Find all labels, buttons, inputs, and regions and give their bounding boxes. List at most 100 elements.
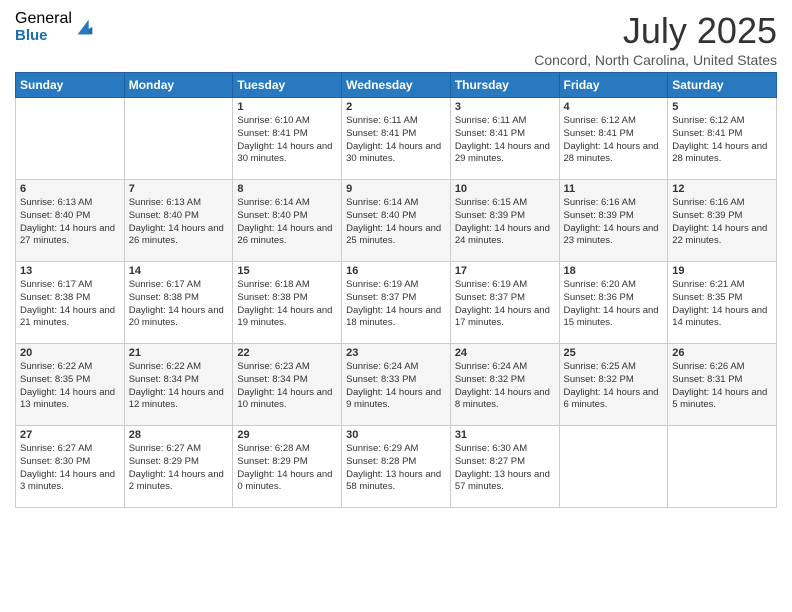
day-number: 28 xyxy=(129,429,229,441)
calendar-body: 1 Sunrise: 6:10 AMSunset: 8:41 PMDaylight… xyxy=(16,98,777,508)
header-monday: Monday xyxy=(124,73,233,98)
day-info: Sunrise: 6:19 AMSunset: 8:37 PMDaylight:… xyxy=(346,279,446,330)
day-info: Sunrise: 6:13 AMSunset: 8:40 PMDaylight:… xyxy=(20,197,120,248)
day-number: 30 xyxy=(346,429,446,441)
day-info: Sunrise: 6:30 AMSunset: 8:27 PMDaylight:… xyxy=(455,443,555,494)
calendar-cell-w5d2: 28 Sunrise: 6:27 AMSunset: 8:29 PMDayligh… xyxy=(124,426,233,508)
day-info: Sunrise: 6:10 AMSunset: 8:41 PMDaylight:… xyxy=(237,115,337,166)
calendar-cell-w2d5: 10 Sunrise: 6:15 AMSunset: 8:39 PMDayligh… xyxy=(450,180,559,262)
day-info: Sunrise: 6:23 AMSunset: 8:34 PMDaylight:… xyxy=(237,361,337,412)
calendar-cell-w5d5: 31 Sunrise: 6:30 AMSunset: 8:27 PMDayligh… xyxy=(450,426,559,508)
day-info: Sunrise: 6:27 AMSunset: 8:29 PMDaylight:… xyxy=(129,443,229,494)
calendar-cell-w4d6: 25 Sunrise: 6:25 AMSunset: 8:32 PMDayligh… xyxy=(559,344,668,426)
day-number: 8 xyxy=(237,183,337,195)
calendar-header: Sunday Monday Tuesday Wednesday Thursday… xyxy=(16,73,777,98)
header-saturday: Saturday xyxy=(668,73,777,98)
day-number: 2 xyxy=(346,101,446,113)
calendar-cell-w1d7: 5 Sunrise: 6:12 AMSunset: 8:41 PMDaylight… xyxy=(668,98,777,180)
day-info: Sunrise: 6:14 AMSunset: 8:40 PMDaylight:… xyxy=(237,197,337,248)
header-row: Sunday Monday Tuesday Wednesday Thursday… xyxy=(16,73,777,98)
day-info: Sunrise: 6:24 AMSunset: 8:33 PMDaylight:… xyxy=(346,361,446,412)
day-info: Sunrise: 6:11 AMSunset: 8:41 PMDaylight:… xyxy=(455,115,555,166)
day-info: Sunrise: 6:27 AMSunset: 8:30 PMDaylight:… xyxy=(20,443,120,494)
calendar-cell-w5d1: 27Sunrise: 6:27 AMSunset: 8:30 PMDayligh… xyxy=(16,426,125,508)
calendar-week-1: 1 Sunrise: 6:10 AMSunset: 8:41 PMDaylight… xyxy=(16,98,777,180)
calendar-cell-w2d1: 6 Sunrise: 6:13 AMSunset: 8:40 PMDaylight… xyxy=(16,180,125,262)
calendar-week-5: 27Sunrise: 6:27 AMSunset: 8:30 PMDayligh… xyxy=(16,426,777,508)
day-number: 12 xyxy=(672,183,772,195)
calendar-cell-w2d6: 11Sunrise: 6:16 AMSunset: 8:39 PMDayligh… xyxy=(559,180,668,262)
calendar-cell-w1d1 xyxy=(16,98,125,180)
calendar-cell-w2d4: 9 Sunrise: 6:14 AMSunset: 8:40 PMDaylight… xyxy=(342,180,451,262)
calendar-cell-w3d1: 13Sunrise: 6:17 AMSunset: 8:38 PMDayligh… xyxy=(16,262,125,344)
header-sunday: Sunday xyxy=(16,73,125,98)
day-number: 14 xyxy=(129,265,229,277)
logo-text: General Blue xyxy=(15,10,72,44)
calendar-cell-w1d3: 1 Sunrise: 6:10 AMSunset: 8:41 PMDaylight… xyxy=(233,98,342,180)
calendar-week-3: 13Sunrise: 6:17 AMSunset: 8:38 PMDayligh… xyxy=(16,262,777,344)
calendar-cell-w5d7 xyxy=(668,426,777,508)
day-info: Sunrise: 6:11 AMSunset: 8:41 PMDaylight:… xyxy=(346,115,446,166)
calendar-cell-w3d5: 17Sunrise: 6:19 AMSunset: 8:37 PMDayligh… xyxy=(450,262,559,344)
logo-icon xyxy=(74,16,96,38)
day-number: 3 xyxy=(455,101,555,113)
logo-blue: Blue xyxy=(15,28,72,45)
day-number: 26 xyxy=(672,347,772,359)
day-number: 9 xyxy=(346,183,446,195)
day-number: 15 xyxy=(237,265,337,277)
header-friday: Friday xyxy=(559,73,668,98)
day-number: 18 xyxy=(564,265,664,277)
day-info: Sunrise: 6:14 AMSunset: 8:40 PMDaylight:… xyxy=(346,197,446,248)
calendar-cell-w3d4: 16Sunrise: 6:19 AMSunset: 8:37 PMDayligh… xyxy=(342,262,451,344)
day-info: Sunrise: 6:16 AMSunset: 8:39 PMDaylight:… xyxy=(564,197,664,248)
day-number: 21 xyxy=(129,347,229,359)
day-number: 31 xyxy=(455,429,555,441)
calendar-cell-w3d2: 14 Sunrise: 6:17 AMSunset: 8:38 PMDayligh… xyxy=(124,262,233,344)
location-subtitle: Concord, North Carolina, United States xyxy=(534,52,777,68)
calendar-cell-w1d4: 2 Sunrise: 6:11 AMSunset: 8:41 PMDaylight… xyxy=(342,98,451,180)
calendar-cell-w1d5: 3 Sunrise: 6:11 AMSunset: 8:41 PMDaylight… xyxy=(450,98,559,180)
calendar-table: Sunday Monday Tuesday Wednesday Thursday… xyxy=(15,72,777,508)
day-number: 10 xyxy=(455,183,555,195)
calendar-cell-w2d7: 12 Sunrise: 6:16 AMSunset: 8:39 PMDayligh… xyxy=(668,180,777,262)
title-block: July 2025 Concord, North Carolina, Unite… xyxy=(534,10,777,68)
day-info: Sunrise: 6:13 AMSunset: 8:40 PMDaylight:… xyxy=(129,197,229,248)
day-number: 6 xyxy=(20,183,120,195)
day-info: Sunrise: 6:12 AMSunset: 8:41 PMDaylight:… xyxy=(672,115,772,166)
day-number: 25 xyxy=(564,347,664,359)
calendar-cell-w5d6 xyxy=(559,426,668,508)
day-number: 4 xyxy=(564,101,664,113)
day-info: Sunrise: 6:22 AMSunset: 8:34 PMDaylight:… xyxy=(129,361,229,412)
calendar-cell-w4d7: 26Sunrise: 6:26 AMSunset: 8:31 PMDayligh… xyxy=(668,344,777,426)
day-number: 29 xyxy=(237,429,337,441)
day-number: 23 xyxy=(346,347,446,359)
day-number: 20 xyxy=(20,347,120,359)
page-container: General Blue July 2025 Concord, North Ca… xyxy=(0,0,792,518)
day-info: Sunrise: 6:24 AMSunset: 8:32 PMDaylight:… xyxy=(455,361,555,412)
calendar-cell-w3d7: 19Sunrise: 6:21 AMSunset: 8:35 PMDayligh… xyxy=(668,262,777,344)
day-info: Sunrise: 6:19 AMSunset: 8:37 PMDaylight:… xyxy=(455,279,555,330)
day-info: Sunrise: 6:25 AMSunset: 8:32 PMDaylight:… xyxy=(564,361,664,412)
day-info: Sunrise: 6:20 AMSunset: 8:36 PMDaylight:… xyxy=(564,279,664,330)
calendar-cell-w4d4: 23 Sunrise: 6:24 AMSunset: 8:33 PMDayligh… xyxy=(342,344,451,426)
day-info: Sunrise: 6:15 AMSunset: 8:39 PMDaylight:… xyxy=(455,197,555,248)
day-number: 5 xyxy=(672,101,772,113)
calendar-cell-w4d5: 24Sunrise: 6:24 AMSunset: 8:32 PMDayligh… xyxy=(450,344,559,426)
calendar-cell-w4d2: 21 Sunrise: 6:22 AMSunset: 8:34 PMDayligh… xyxy=(124,344,233,426)
calendar-cell-w1d6: 4Sunrise: 6:12 AMSunset: 8:41 PMDaylight… xyxy=(559,98,668,180)
calendar-cell-w2d3: 8 Sunrise: 6:14 AMSunset: 8:40 PMDaylight… xyxy=(233,180,342,262)
day-info: Sunrise: 6:22 AMSunset: 8:35 PMDaylight:… xyxy=(20,361,120,412)
day-info: Sunrise: 6:16 AMSunset: 8:39 PMDaylight:… xyxy=(672,197,772,248)
day-info: Sunrise: 6:18 AMSunset: 8:38 PMDaylight:… xyxy=(237,279,337,330)
header-wednesday: Wednesday xyxy=(342,73,451,98)
calendar-cell-w5d4: 30 Sunrise: 6:29 AMSunset: 8:28 PMDayligh… xyxy=(342,426,451,508)
day-number: 1 xyxy=(237,101,337,113)
day-info: Sunrise: 6:17 AMSunset: 8:38 PMDaylight:… xyxy=(129,279,229,330)
header-tuesday: Tuesday xyxy=(233,73,342,98)
calendar-cell-w4d1: 20 Sunrise: 6:22 AMSunset: 8:35 PMDayligh… xyxy=(16,344,125,426)
day-info: Sunrise: 6:29 AMSunset: 8:28 PMDaylight:… xyxy=(346,443,446,494)
calendar-cell-w2d2: 7Sunrise: 6:13 AMSunset: 8:40 PMDaylight… xyxy=(124,180,233,262)
header: General Blue July 2025 Concord, North Ca… xyxy=(15,10,777,68)
calendar-cell-w3d6: 18 Sunrise: 6:20 AMSunset: 8:36 PMDayligh… xyxy=(559,262,668,344)
calendar-cell-w3d3: 15 Sunrise: 6:18 AMSunset: 8:38 PMDayligh… xyxy=(233,262,342,344)
